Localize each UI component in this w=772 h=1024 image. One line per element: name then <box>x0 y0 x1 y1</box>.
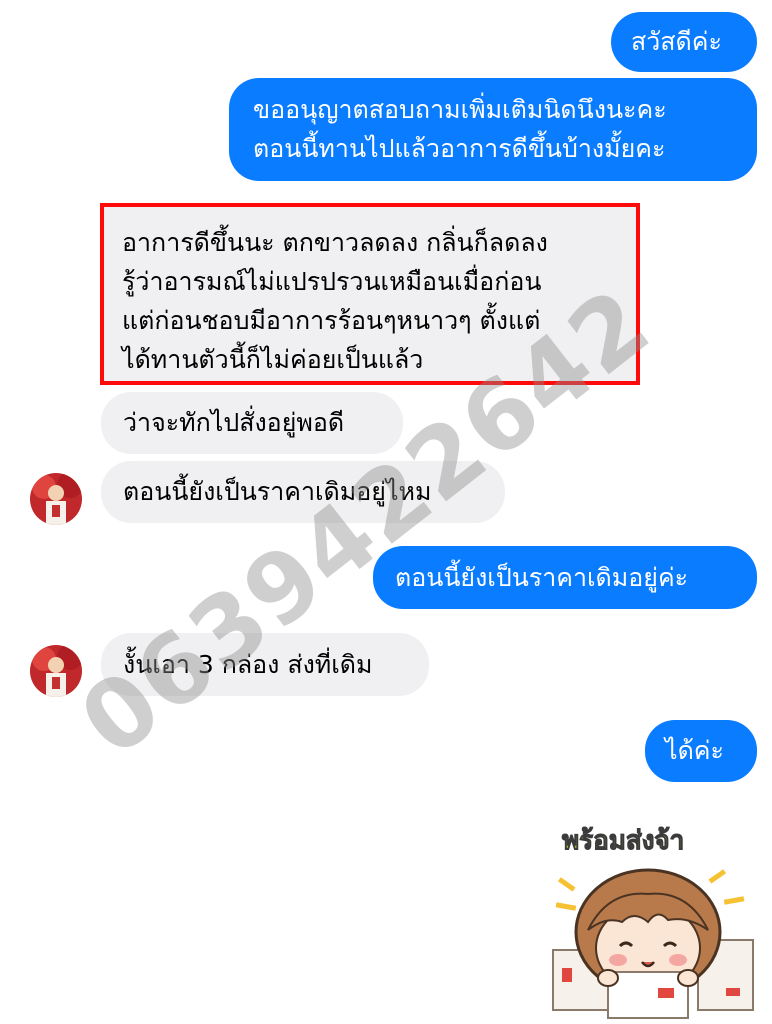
message-incoming-feedback[interactable]: อาการดีขึ้นนะ ตกขาวลดลง กลิ่นก็ลดลง รู้ว… <box>104 207 636 381</box>
message-outgoing-greeting[interactable]: สวัสดีค่ะ <box>611 12 757 72</box>
contact-avatar[interactable] <box>30 473 82 525</box>
avatar-photo-icon <box>30 645 82 697</box>
message-outgoing-confirm[interactable]: ได้ค่ะ <box>645 720 757 782</box>
sticker-girl-with-parcel-icon[interactable] <box>548 860 758 1020</box>
avatar-photo-icon <box>30 473 82 525</box>
message-incoming-order[interactable]: งั้นเอา 3 กล่อง ส่งที่เดิม <box>101 633 429 696</box>
sticker-title: พร้อมส่งจ้า <box>561 826 685 857</box>
message-outgoing-price-answer[interactable]: ตอนนี้ยังเป็นราคาเดิมอยู่ค่ะ <box>373 546 757 609</box>
message-incoming-price-question[interactable]: ตอนนี้ยังเป็นราคาเดิมอยู่ไหม <box>101 461 505 523</box>
contact-avatar[interactable] <box>30 645 82 697</box>
message-outgoing-question[interactable]: ขออนุญาตสอบถามเพิ่มเติมนิดนึงนะคะ ตอนนี้… <box>229 78 757 181</box>
message-incoming-order-intent[interactable]: ว่าจะทักไปสั่งอยู่พอดี <box>101 392 403 454</box>
